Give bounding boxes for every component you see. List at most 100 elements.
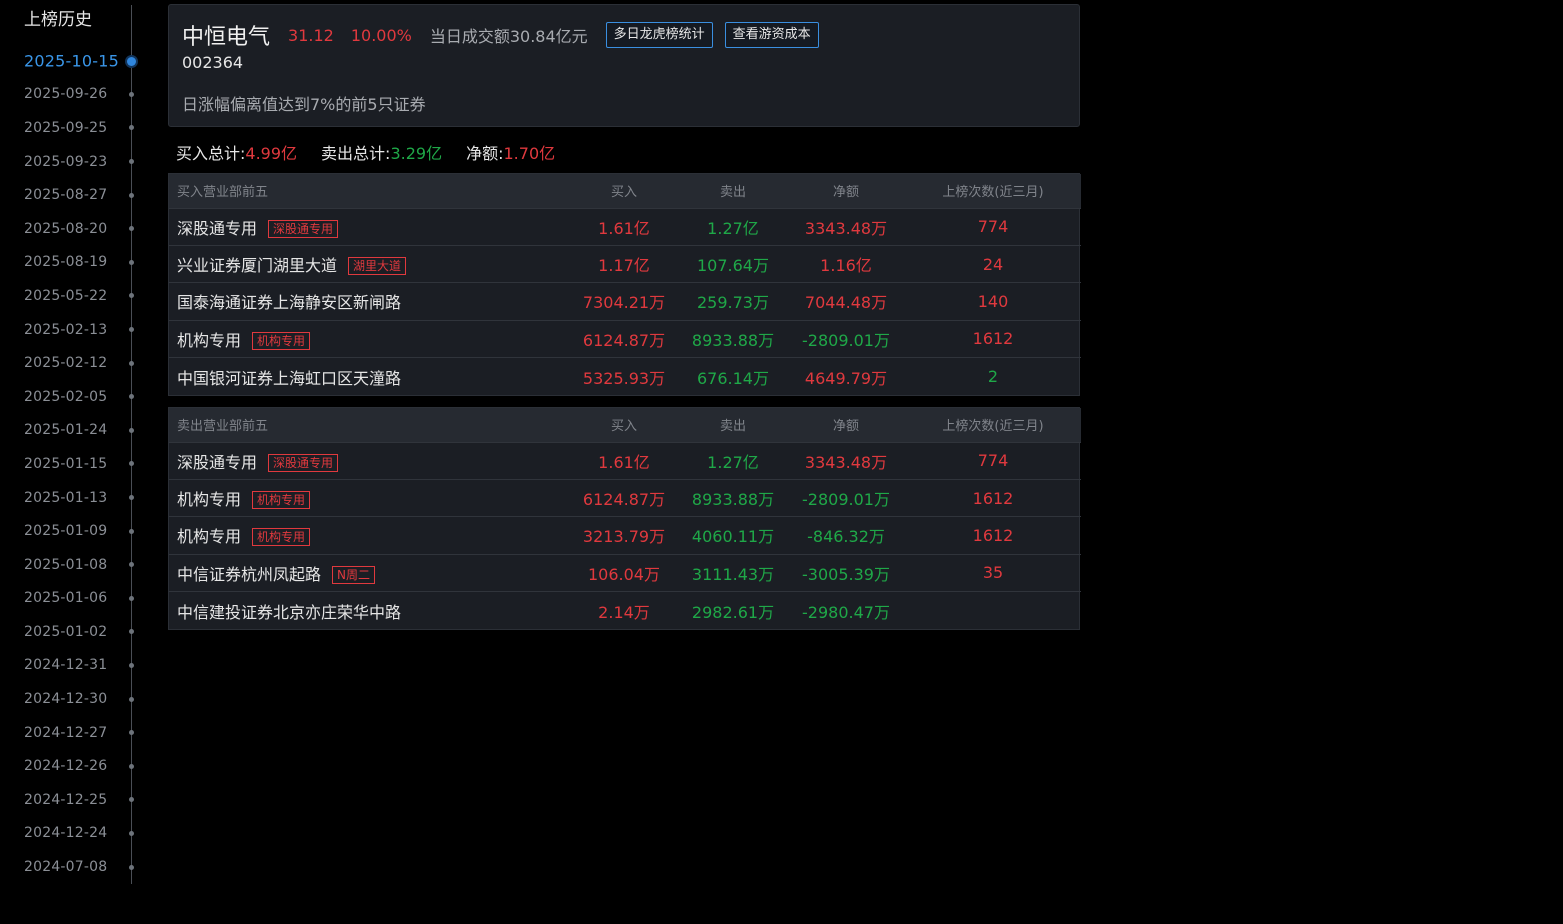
timeline-date-item[interactable]: 2025-01-24: [0, 414, 150, 448]
sell-amount-cell: 3111.43万: [679, 553, 787, 592]
listing-count-cell: 1612: [905, 478, 1081, 517]
timeline-date-item[interactable]: 2024-12-25: [0, 783, 150, 817]
broker-name: 深股通专用: [177, 218, 258, 238]
timeline-date-item[interactable]: 2024-12-26: [0, 749, 150, 783]
buy-amount-cell: 3213.79万: [569, 516, 679, 555]
column-header-buy: 买入: [569, 408, 679, 442]
table-row[interactable]: 中信证券杭州凤起路 N周二 106.04万 3111.43万 -3005.39万 35: [169, 553, 1081, 592]
buy-amount-cell: 6124.87万: [569, 319, 679, 358]
timeline-dot-icon: [129, 528, 134, 534]
timeline-date-item[interactable]: 2025-08-20: [0, 212, 150, 246]
buy-amount-cell: 1.61亿: [569, 441, 679, 480]
timeline-date-item[interactable]: 2025-01-13: [0, 481, 150, 515]
table-row[interactable]: 机构专用 机构专用 6124.87万 8933.88万 -2809.01万 1612: [169, 478, 1081, 517]
column-header-buy: 买入: [569, 174, 679, 208]
timeline-date-item[interactable]: 2025-09-23: [0, 145, 150, 179]
broker-tag-badge: 深股通专用: [268, 219, 339, 238]
column-header-count: 上榜次数(近三月): [905, 174, 1081, 208]
column-header-sell: 卖出: [679, 174, 787, 208]
timeline-date-item[interactable]: 2025-02-05: [0, 380, 150, 414]
timeline-dot-icon: [129, 830, 134, 836]
timeline-dot-icon: [129, 461, 134, 467]
timeline-date-item[interactable]: 2024-07-08: [0, 850, 150, 884]
timeline-date-item[interactable]: 2024-12-27: [0, 716, 150, 750]
timeline-date-item[interactable]: 2024-12-24: [0, 817, 150, 851]
timeline-dot-icon: [129, 562, 134, 568]
timeline-date-label: 2024-12-25: [24, 791, 108, 808]
timeline-date-item[interactable]: 2025-02-13: [0, 313, 150, 347]
broker-name: 中信建投证券北京亦庄荣华中路: [177, 602, 402, 622]
timeline-date-label: 2024-12-27: [24, 724, 108, 741]
net-amount-cell: 3343.48万: [787, 207, 905, 246]
timeline-date-label: 2025-01-08: [24, 556, 108, 573]
timeline-date-label: 2025-09-25: [24, 119, 108, 136]
timeline-dot-icon: [129, 293, 134, 299]
timeline-date-item[interactable]: 2025-01-02: [0, 615, 150, 649]
buy-amount-cell: 5325.93万: [569, 357, 679, 395]
table-row[interactable]: 中信建投证券北京亦庄荣华中路 2.14万 2982.61万 -2980.47万: [169, 591, 1081, 629]
table-row[interactable]: 国泰海通证券上海静安区新闸路 7304.21万 259.73万 7044.48万 140: [169, 282, 1081, 321]
broker-name: 中国银河证券上海虹口区天潼路: [177, 368, 402, 388]
column-header-count: 上榜次数(近三月): [905, 408, 1081, 442]
net-amount-cell: -2809.01万: [787, 478, 905, 517]
timeline-date-label: 2024-12-30: [24, 691, 108, 708]
table-row[interactable]: 机构专用 机构专用 3213.79万 4060.11万 -846.32万 1612: [169, 516, 1081, 555]
broker-name-cell: 中国银河证券上海虹口区天潼路: [169, 357, 569, 395]
timeline-date-item[interactable]: 2025-01-09: [0, 514, 150, 548]
timeline-date-item[interactable]: 2025-01-06: [0, 582, 150, 616]
timeline-date-label: 2024-07-08: [24, 859, 108, 876]
broker-name: 机构专用: [177, 330, 242, 350]
timeline-date-label: 2024-12-31: [24, 657, 108, 674]
table-row[interactable]: 机构专用 机构专用 6124.87万 8933.88万 -2809.01万 1612: [169, 319, 1081, 358]
timeline-date-item[interactable]: 2025-10-15: [0, 44, 150, 78]
timeline-dot-icon: [129, 864, 134, 870]
multi-day-stats-button[interactable]: 多日龙虎榜统计: [605, 22, 713, 48]
timeline-dot-icon: [129, 427, 134, 433]
broker-tag-badge: 机构专用: [252, 491, 311, 510]
timeline-date-item[interactable]: 2025-09-25: [0, 111, 150, 145]
timeline-date-label: 2025-02-12: [24, 355, 108, 372]
net-amount-cell: 7044.48万: [787, 282, 905, 321]
timeline-date-item[interactable]: 2025-01-15: [0, 447, 150, 481]
timeline-dot-icon: [129, 595, 134, 601]
timeline-date-item[interactable]: 2024-12-30: [0, 682, 150, 716]
timeline-date-item[interactable]: 2025-09-26: [0, 78, 150, 112]
table-row[interactable]: 中国银河证券上海虹口区天潼路 5325.93万 676.14万 4649.79万 2: [169, 357, 1081, 395]
history-sidebar: 上榜历史 2025-10-15 2025-09-26 2025-09-25 2025-…: [0, 0, 150, 924]
timeline-date-item[interactable]: 2025-02-12: [0, 346, 150, 380]
table-row[interactable]: 深股通专用 深股通专用 1.61亿 1.27亿 3343.48万 774: [169, 441, 1081, 480]
table-row[interactable]: 兴业证券厦门湖里大道 湖里大道 1.17亿 107.64万 1.16亿 24: [169, 244, 1081, 283]
sell-amount-cell: 107.64万: [679, 244, 787, 283]
broker-name: 深股通专用: [177, 452, 258, 472]
broker-tag-badge: 湖里大道: [348, 257, 407, 276]
timeline-date-item[interactable]: 2025-05-22: [0, 279, 150, 313]
timeline-date-item[interactable]: 2025-08-19: [0, 246, 150, 280]
timeline-date-item[interactable]: 2025-08-27: [0, 178, 150, 212]
stock-turnover: 当日成交额30.84亿元: [429, 27, 588, 46]
view-cost-button[interactable]: 查看游资成本: [724, 22, 819, 48]
sell-amount-cell: 8933.88万: [679, 319, 787, 358]
timeline-date-label: 2025-09-23: [24, 153, 108, 170]
buy-amount-cell: 2.14万: [569, 591, 679, 629]
timeline-dot-icon: [129, 226, 134, 232]
timeline-date-label: 2025-01-09: [24, 523, 108, 540]
net-amount-cell: -2809.01万: [787, 319, 905, 358]
timeline-date-item[interactable]: 2025-01-08: [0, 548, 150, 582]
net-amount-cell: 3343.48万: [787, 441, 905, 480]
column-header-net: 净额: [787, 408, 905, 442]
timeline-list: 2025-10-15 2025-09-26 2025-09-25 2025-09-23…: [0, 44, 150, 884]
net-amount-cell: -3005.39万: [787, 553, 905, 592]
timeline-date-label: 2025-08-27: [24, 187, 108, 204]
timeline-date-item[interactable]: 2024-12-31: [0, 649, 150, 683]
net-amount-cell: 1.16亿: [787, 244, 905, 283]
column-header-sell: 卖出: [679, 408, 787, 442]
timeline-dot-icon: [129, 763, 134, 769]
table-header-row: 卖出营业部前五 买入 卖出 净额 上榜次数(近三月): [169, 408, 1081, 442]
net-amount-cell: -846.32万: [787, 516, 905, 555]
timeline-dot-icon: [129, 360, 134, 366]
table-row[interactable]: 深股通专用 深股通专用 1.61亿 1.27亿 3343.48万 774: [169, 207, 1081, 246]
timeline-date-label: 2024-12-24: [24, 825, 108, 842]
stock-info-row: 中恒电气 31.12 10.00% 当日成交额30.84亿元 多日龙虎榜统计 查…: [182, 19, 819, 51]
listing-count-cell: 24: [905, 244, 1081, 283]
timeline-dot-icon: [129, 327, 134, 333]
